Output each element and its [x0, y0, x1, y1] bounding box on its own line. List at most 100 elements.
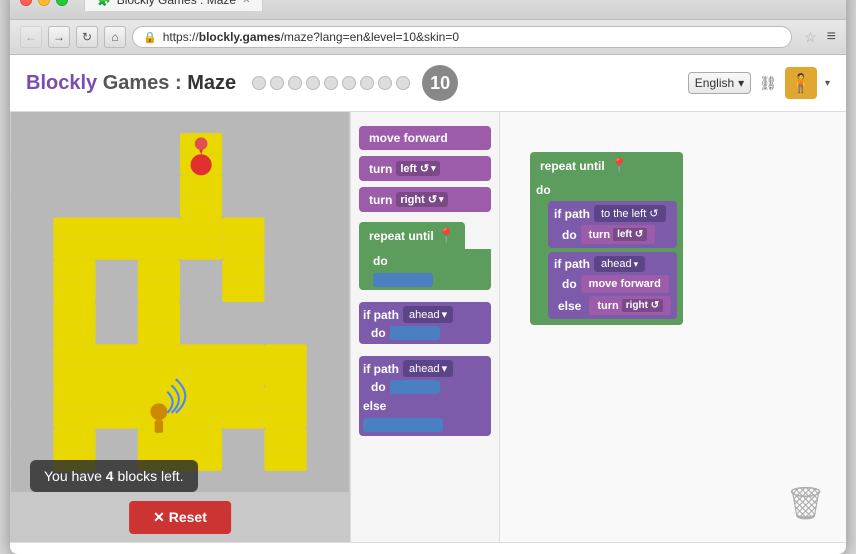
repeat-flag-icon: 📍: [611, 157, 628, 174]
level-circle-8[interactable]: [378, 76, 392, 90]
level-circle-4[interactable]: [306, 76, 320, 90]
refresh-button[interactable]: ↻: [76, 26, 98, 48]
repeat-until-block[interactable]: repeat until 📍: [359, 222, 465, 249]
do-label-if-2: do: [371, 380, 386, 394]
level-circle-3[interactable]: [288, 76, 302, 90]
else-slot[interactable]: [363, 418, 443, 432]
level-badge[interactable]: 10: [422, 65, 458, 101]
if-path-ahead-block[interactable]: if path ahead ▾ do move forward else: [548, 252, 677, 319]
if-left-do-row: do turn left ↺: [562, 225, 671, 244]
turn-right-label: turn: [369, 193, 392, 207]
else-label: else: [363, 399, 386, 413]
do-label-main: do: [536, 183, 677, 197]
level-circle-5[interactable]: [324, 76, 338, 90]
home-button[interactable]: ⌂: [104, 26, 126, 48]
language-selector[interactable]: English ▾: [688, 72, 751, 94]
turn-left-workspace[interactable]: turn left ↺: [581, 225, 656, 244]
workspace-panel[interactable]: repeat until 📍 do if path to the left ↺: [500, 112, 846, 542]
url-bar[interactable]: 🔒 https://blockly.games/maze?lang=en&lev…: [132, 26, 792, 48]
app-header: Blockly Games : Maze 10 English ▾ ⛓ 🧍 ▾: [10, 55, 846, 112]
repeat-until-header: repeat until 📍: [530, 152, 683, 179]
if-do-slot-2[interactable]: [390, 380, 440, 394]
if-path-header-1: if path ahead▾: [363, 306, 487, 323]
blocks-panel: move forward turn left ↺ turn right ↺ re…: [350, 112, 500, 542]
trash-icon[interactable]: 🗑: [785, 484, 826, 522]
turn-label: turn: [369, 162, 392, 176]
maximize-button[interactable]: [56, 0, 68, 6]
level-circle-6[interactable]: [342, 76, 356, 90]
if-left-header: if path to the left ↺: [554, 205, 671, 222]
if-do-row-2: do: [371, 380, 487, 394]
bookmark-icon[interactable]: ☆: [804, 29, 817, 46]
turn-right-workspace[interactable]: turn right ↺: [589, 296, 671, 315]
repeat-label: repeat until: [369, 229, 434, 243]
ahead-dropdown-1[interactable]: ahead▾: [403, 306, 453, 323]
ahead-dir-dropdown[interactable]: ahead ▾: [594, 256, 645, 272]
main-content: You have 4 blocks left. ✕ Reset move for…: [10, 112, 846, 542]
header-right: English ▾ ⛓ 🧍 ▾: [688, 67, 830, 99]
reset-button[interactable]: ✕ Reset: [129, 501, 231, 534]
title-bar: 🧩 Blockly Games : Maze ✕: [10, 0, 846, 20]
level-circle-2[interactable]: [270, 76, 284, 90]
repeat-body: do if path to the left ↺ do: [530, 179, 683, 325]
lang-label: English: [695, 76, 734, 90]
if-do-slot-1[interactable]: [390, 326, 440, 340]
maze-panel: You have 4 blocks left. ✕ Reset: [10, 112, 350, 542]
workspace-repeat-block[interactable]: repeat until 📍 do if path to the left ↺: [530, 152, 683, 325]
do-label-if-1: do: [371, 326, 386, 340]
browser-tab[interactable]: 🧩 Blockly Games : Maze ✕: [84, 0, 263, 11]
tab-icon: 🧩: [97, 0, 111, 7]
title-maze: Maze: [187, 72, 236, 94]
if-ahead-header: if path ahead ▾: [554, 256, 671, 272]
maze-svg: [10, 112, 350, 492]
if-path-left-block[interactable]: if path to the left ↺ do turn left ↺: [548, 201, 677, 248]
tab-title: Blockly Games : Maze: [117, 0, 236, 7]
left-dir-dropdown[interactable]: left ↺: [613, 228, 647, 241]
if-do-row-1: do: [371, 326, 487, 340]
right-dir-dropdown[interactable]: right ↺: [622, 299, 663, 312]
avatar-button[interactable]: 🧍: [785, 67, 817, 99]
back-button[interactable]: ←: [20, 26, 42, 48]
blocks-left-count: 4: [106, 468, 114, 484]
minimize-button[interactable]: [38, 0, 50, 6]
turn-right-block[interactable]: turn right ↺: [359, 187, 491, 212]
title-blockly: Blockly: [26, 72, 97, 94]
home-icon: ⌂: [111, 30, 118, 44]
if-path-block-2-group: if path ahead▾ do else: [359, 356, 491, 436]
do-label-ahead: do: [562, 277, 577, 291]
level-circle-9[interactable]: [396, 76, 410, 90]
turn-left-block[interactable]: turn left ↺: [359, 156, 491, 181]
do-label-left: do: [562, 228, 577, 242]
repeat-do-slot[interactable]: [373, 273, 433, 287]
refresh-icon: ↻: [82, 30, 92, 44]
turn-left-dropdown[interactable]: left ↺: [396, 161, 439, 176]
bottom-bar: [10, 542, 846, 554]
url-text: https://blockly.games/maze?lang=en&level…: [163, 30, 459, 44]
back-icon: ←: [25, 30, 37, 44]
do-label-repeat: do: [373, 254, 388, 268]
close-button[interactable]: [20, 0, 32, 6]
level-circles: 10: [252, 65, 458, 101]
avatar-icon: 🧍: [790, 73, 812, 94]
if-path-block-1-group: if path ahead▾ do: [359, 302, 491, 344]
to-left-dropdown[interactable]: to the left ↺: [594, 205, 666, 222]
move-forward-block[interactable]: move forward: [359, 126, 491, 150]
blocks-left-banner: You have 4 blocks left.: [30, 460, 198, 492]
menu-icon[interactable]: ≡: [827, 28, 836, 46]
nav-bar: ← → ↻ ⌂ 🔒 https://blockly.games/maze?lan…: [10, 20, 846, 55]
else-label-workspace: else: [558, 299, 581, 313]
forward-button[interactable]: →: [48, 26, 70, 48]
if-path-label-2: if path: [363, 362, 399, 376]
level-circle-1[interactable]: [252, 76, 266, 90]
turn-right-dropdown[interactable]: right ↺: [396, 192, 447, 207]
blocks-left-suffix: blocks left.: [114, 468, 184, 484]
if-path-header-2: if path ahead▾: [363, 360, 487, 377]
level-circle-7[interactable]: [360, 76, 374, 90]
forward-icon: →: [53, 30, 65, 44]
tab-close-button[interactable]: ✕: [242, 0, 250, 6]
link-icon[interactable]: ⛓: [759, 75, 777, 92]
ahead-dropdown-2[interactable]: ahead▾: [403, 360, 453, 377]
move-forward-workspace[interactable]: move forward: [581, 275, 669, 293]
avatar-dropdown-icon[interactable]: ▾: [825, 78, 830, 89]
lock-icon: 🔒: [143, 31, 157, 44]
